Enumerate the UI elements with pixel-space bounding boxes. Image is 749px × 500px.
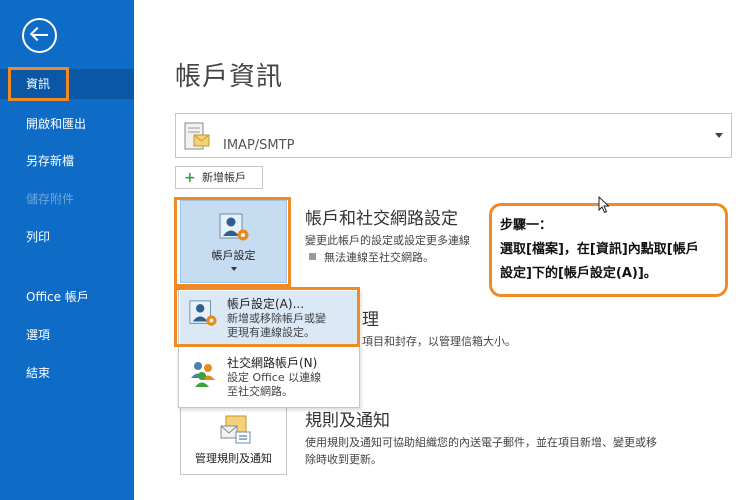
chevron-down-icon (715, 133, 723, 138)
plus-icon: + (184, 170, 196, 186)
mail-server-icon (184, 122, 210, 150)
account-section-desc: 變更此帳戶的設定或設定更多連線 (305, 234, 470, 247)
annotation-line: 選取[檔案]，在[資訊]內點取[帳戶 (500, 242, 699, 257)
menu-item-social-accounts[interactable]: 社交網路帳戶(N) 設定 Office 以連線 至社交網路。 (180, 350, 359, 406)
account-settings-menu-highlight-outline (174, 287, 360, 347)
sidebar-item-open-export[interactable]: 開啟和匯出 (0, 109, 134, 139)
account-selector[interactable]: IMAP/SMTP (175, 113, 732, 158)
status-icon (309, 253, 316, 260)
sidebar-item-save-as[interactable]: 另存新檔 (0, 146, 134, 176)
menu-item-desc: 設定 Office 以連線 至社交網路。 (227, 371, 322, 398)
sidebar-item-exit[interactable]: 結束 (0, 358, 134, 388)
manage-rules-tile-label: 管理規則及通知 (195, 452, 272, 465)
sidebar-item-office-account[interactable]: Office 帳戶 (0, 282, 134, 312)
step-annotation: 步驟一： 選取[檔案]，在[資訊]內點取[帳戶 設定]下的[帳戶設定(A)]。 (489, 203, 728, 297)
account-selector-value: IMAP/SMTP (223, 138, 295, 153)
back-button[interactable] (22, 18, 57, 53)
rules-section-desc-line1: 使用規則及通知可協助組織您的內送電子郵件，並在項目新增、變更或移 (305, 436, 657, 449)
add-account-button[interactable]: + 新增帳戶 (175, 166, 263, 189)
cursor-icon (598, 196, 610, 214)
menu-item-title: 社交網路帳戶(N) (227, 356, 318, 370)
rules-section-heading: 規則及通知 (305, 411, 390, 431)
rules-envelope-icon (220, 415, 251, 444)
info-highlight-outline (8, 67, 69, 101)
social-status-text: 無法連線至社交網路。 (324, 251, 434, 264)
sidebar-item-options[interactable]: 選項 (0, 320, 134, 350)
sidebar-item-save-attachments: 儲存附件 (26, 192, 75, 206)
manage-rules-tile[interactable]: 管理規則及通知 (180, 405, 287, 475)
cleanup-section-desc: 項目和封存，以管理信箱大小。 (362, 335, 516, 348)
cleanup-section-heading: 理 (362, 310, 379, 330)
add-account-label: 新增帳戶 (202, 171, 246, 184)
people-icon (191, 362, 215, 387)
page-title: 帳戶資訊 (175, 62, 284, 92)
account-settings-highlight-outline (174, 197, 291, 287)
annotation-line: 步驟一： (500, 218, 553, 233)
sidebar-item-print[interactable]: 列印 (0, 222, 134, 252)
rules-section-desc-line2: 除時收到更新。 (305, 453, 382, 466)
account-section-heading: 帳戶和社交網路設定 (305, 209, 458, 229)
annotation-line: 設定]下的[帳戶設定(A)]。 (500, 266, 657, 281)
